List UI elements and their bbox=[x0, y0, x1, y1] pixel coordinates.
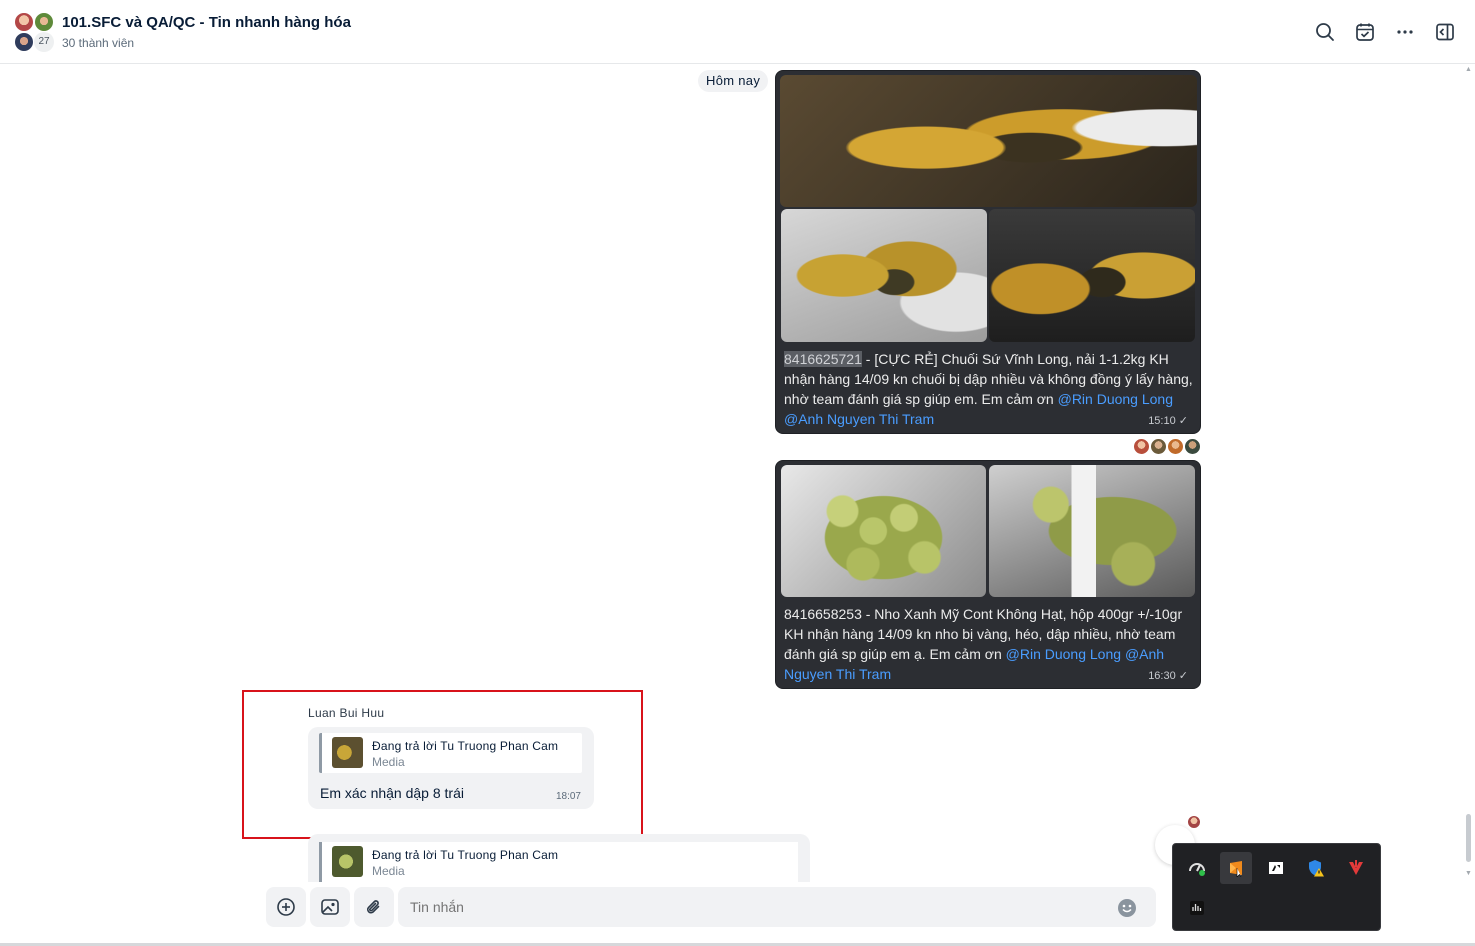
tray-item[interactable] bbox=[1260, 852, 1292, 884]
add-button[interactable] bbox=[266, 887, 306, 927]
grape-photo[interactable] bbox=[989, 465, 1195, 597]
message-time: 16:30 ✓ bbox=[1148, 670, 1188, 682]
attach-icon bbox=[367, 900, 380, 914]
scrollbar-thumb[interactable] bbox=[1466, 814, 1471, 862]
message-text: Em xác nhận dập 8 trái bbox=[320, 785, 464, 801]
message-input[interactable] bbox=[398, 887, 1156, 927]
mention-link[interactable]: @Rin Duong Long bbox=[1058, 391, 1173, 407]
seen-avatar bbox=[1187, 815, 1201, 829]
message-bubble[interactable]: 8416658253 - Nho Xanh Mỹ Cont Không Hạt,… bbox=[775, 460, 1201, 689]
add-icon bbox=[277, 898, 295, 916]
seen-avatars[interactable] bbox=[1133, 438, 1203, 456]
more-button[interactable] bbox=[1389, 16, 1421, 48]
sidebar-toggle-icon bbox=[1436, 23, 1454, 41]
banana-photo[interactable] bbox=[781, 209, 987, 342]
member-avatar bbox=[34, 12, 54, 32]
date-divider: Hôm nay bbox=[698, 70, 769, 92]
highlighted-order-id: 8416625721 bbox=[784, 351, 862, 367]
quote-type: Media bbox=[372, 755, 405, 769]
message-time: 15:10 ✓ bbox=[1148, 415, 1188, 427]
tray-item[interactable] bbox=[1340, 852, 1372, 884]
message-bubble[interactable]: 8416625721 - [CỰC RẺ] Chuối Sứ Vĩnh Long… bbox=[775, 70, 1201, 434]
group-avatar[interactable]: 27 bbox=[12, 10, 56, 54]
app-orange-icon bbox=[1230, 861, 1242, 877]
seen-avatar bbox=[1133, 438, 1150, 455]
toggle-sidebar-button[interactable] bbox=[1429, 16, 1461, 48]
sender-name[interactable]: Luan Bui Huu bbox=[308, 706, 384, 720]
send-image-button[interactable] bbox=[310, 887, 350, 927]
antivirus-red-icon bbox=[1349, 860, 1363, 875]
tray-item[interactable] bbox=[1181, 852, 1213, 884]
banana-photo[interactable] bbox=[780, 75, 1197, 207]
member-avatar bbox=[14, 12, 34, 32]
network-icon bbox=[1189, 863, 1205, 876]
more-icon bbox=[1397, 30, 1413, 34]
search-icon bbox=[1316, 23, 1334, 41]
mention-link[interactable]: @Anh Nguyen Thi Tram bbox=[784, 411, 934, 427]
attach-button[interactable] bbox=[354, 887, 394, 927]
calendar-button[interactable] bbox=[1349, 16, 1381, 48]
scroll-up-arrow[interactable]: ▲ bbox=[1465, 66, 1472, 73]
seen-avatar bbox=[1184, 438, 1201, 455]
quote-title: Đang trả lời Tu Truong Phan Cam bbox=[372, 848, 559, 862]
chat-header: 27 101.SFC và QA/QC - Tin nhanh hàng hóa… bbox=[0, 0, 1475, 64]
tray-item[interactable] bbox=[1220, 852, 1252, 884]
quote-title: Đang trả lời Tu Truong Phan Cam bbox=[372, 739, 559, 753]
emoji-button[interactable] bbox=[1117, 898, 1137, 918]
member-count[interactable]: 30 thành viên bbox=[62, 36, 134, 50]
reply-quote[interactable]: Đang trả lời Tu Truong Phan Cam Media bbox=[319, 733, 582, 773]
image-icon bbox=[321, 899, 339, 915]
message-text: 8416625721 - [CỰC RẺ] Chuối Sứ Vĩnh Long… bbox=[784, 349, 1194, 429]
message-body: 8416658253 - Nho Xanh Mỹ Cont Không Hạt,… bbox=[784, 606, 1183, 662]
tray-item[interactable] bbox=[1181, 892, 1213, 924]
chat-scrollbar[interactable]: ▲ ▼ bbox=[1463, 64, 1473, 882]
app-black-icon bbox=[1269, 862, 1283, 874]
banana-photo[interactable] bbox=[989, 209, 1195, 342]
message-bubble[interactable]: Đang trả lời Tu Truong Phan Cam Media Em… bbox=[308, 727, 594, 809]
quote-thumbnail bbox=[332, 737, 363, 768]
message-time: 18:07 bbox=[555, 791, 581, 802]
seen-avatar bbox=[1167, 438, 1184, 455]
mention-link[interactable]: @Rin Duong Long bbox=[1006, 646, 1121, 662]
calendar-check-icon bbox=[1356, 23, 1374, 41]
search-button[interactable] bbox=[1309, 16, 1341, 48]
emoji-icon bbox=[1118, 899, 1136, 917]
grape-photo[interactable] bbox=[781, 465, 986, 597]
tray-item[interactable] bbox=[1300, 852, 1332, 884]
quote-thumbnail bbox=[332, 846, 363, 877]
reply-quote[interactable]: Đang trả lời Tu Truong Phan Cam Media bbox=[319, 842, 798, 882]
shield-warning-icon bbox=[1309, 860, 1324, 877]
avatar-count: 27 bbox=[34, 32, 54, 52]
member-avatar bbox=[14, 32, 34, 52]
message-text: 8416658253 - Nho Xanh Mỹ Cont Không Hạt,… bbox=[784, 604, 1194, 684]
audio-icon bbox=[1190, 901, 1204, 915]
seen-avatar bbox=[1150, 438, 1167, 455]
scroll-down-arrow[interactable]: ▼ bbox=[1465, 870, 1472, 877]
chat-title[interactable]: 101.SFC và QA/QC - Tin nhanh hàng hóa bbox=[62, 14, 351, 31]
system-tray-overflow bbox=[1172, 843, 1381, 931]
quote-type: Media bbox=[372, 864, 405, 878]
message-bubble[interactable]: Đang trả lời Tu Truong Phan Cam Media bbox=[308, 834, 810, 882]
